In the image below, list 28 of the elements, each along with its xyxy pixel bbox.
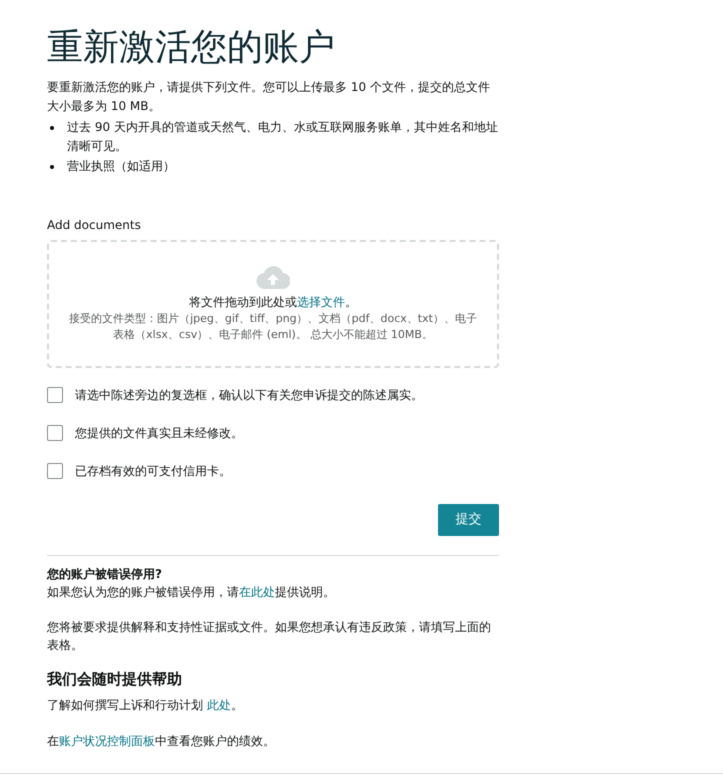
requirement-text: 营业执照（如适用） xyxy=(67,158,175,175)
requirement-text: 过去 90 天内开具的管道或天然气、电力、水或互联网服务账单，其中姓名和地址清晰可见。 xyxy=(67,119,499,155)
drop-prompt: 将文件拖动到此处或选择文件。 xyxy=(189,294,357,311)
dashboard-text: 在账户状况控制面板中查看您账户的绩效。 xyxy=(47,733,276,750)
note-text: 您将被要求提供解释和支持性证据或文件。如果您想承认有违反政策，请填写上面的表格。 xyxy=(47,619,492,654)
link[interactable]: 选择文件 xyxy=(297,295,345,309)
accepted-types-text: 接受的文件类型：图片（jpeg、gif、tiff、png）、文档（pdf、docx、txt）、电子表格（xlsx、csv）、电子邮件 (eml)。 总大小不能超过 10MB。 xyxy=(69,311,477,343)
help-heading: 我们会随时提供帮助 xyxy=(47,669,183,690)
checkbox-label: 您提供的文件真实且未经修改。 xyxy=(75,425,243,442)
page-title: 重新激活您的账户 xyxy=(47,26,336,70)
section-heading: 您的账户被错误停用? xyxy=(47,566,163,583)
bullet-icon xyxy=(50,165,54,169)
bullet-icon xyxy=(50,126,54,130)
wrong-deactivation-text: 如果您认为您的账户被错误停用，请在此处提供说明。 xyxy=(47,584,336,601)
link[interactable]: 在此处 xyxy=(239,585,275,599)
upload-label: Add documents xyxy=(47,217,142,234)
checkbox[interactable] xyxy=(47,387,63,403)
upload-dropzone[interactable]: 将文件拖动到此处或选择文件。 接受的文件类型：图片（jpeg、gif、tiff、png）、文档（pdf、docx、txt）、电子表格（xlsx、csv）、电子邮件 (eml)。 总大小不能超过 10MB。 xyxy=(47,240,499,368)
intro-text: 要重新激活您的账户，请提供下列文件。您可以上传最多 10 个文件，提交的总文件大小最多为 10 MB。 xyxy=(47,79,491,115)
link[interactable]: 账户状况控制面板 xyxy=(59,734,155,748)
checkbox[interactable] xyxy=(47,463,63,479)
help-text: 了解如何撰写上诉和行动计划 此处。 xyxy=(47,697,244,714)
checkbox-label: 已存档有效的可支付信用卡。 xyxy=(75,463,231,480)
link[interactable]: 此处 xyxy=(206,698,231,712)
checkbox[interactable] xyxy=(47,425,63,441)
submit-button[interactable]: 提交 xyxy=(438,504,499,536)
cloud-upload-icon xyxy=(256,265,290,289)
checkbox-label: 请选中陈述旁边的复选框，确认以下有关您申诉提交的陈述属实。 xyxy=(75,387,423,404)
